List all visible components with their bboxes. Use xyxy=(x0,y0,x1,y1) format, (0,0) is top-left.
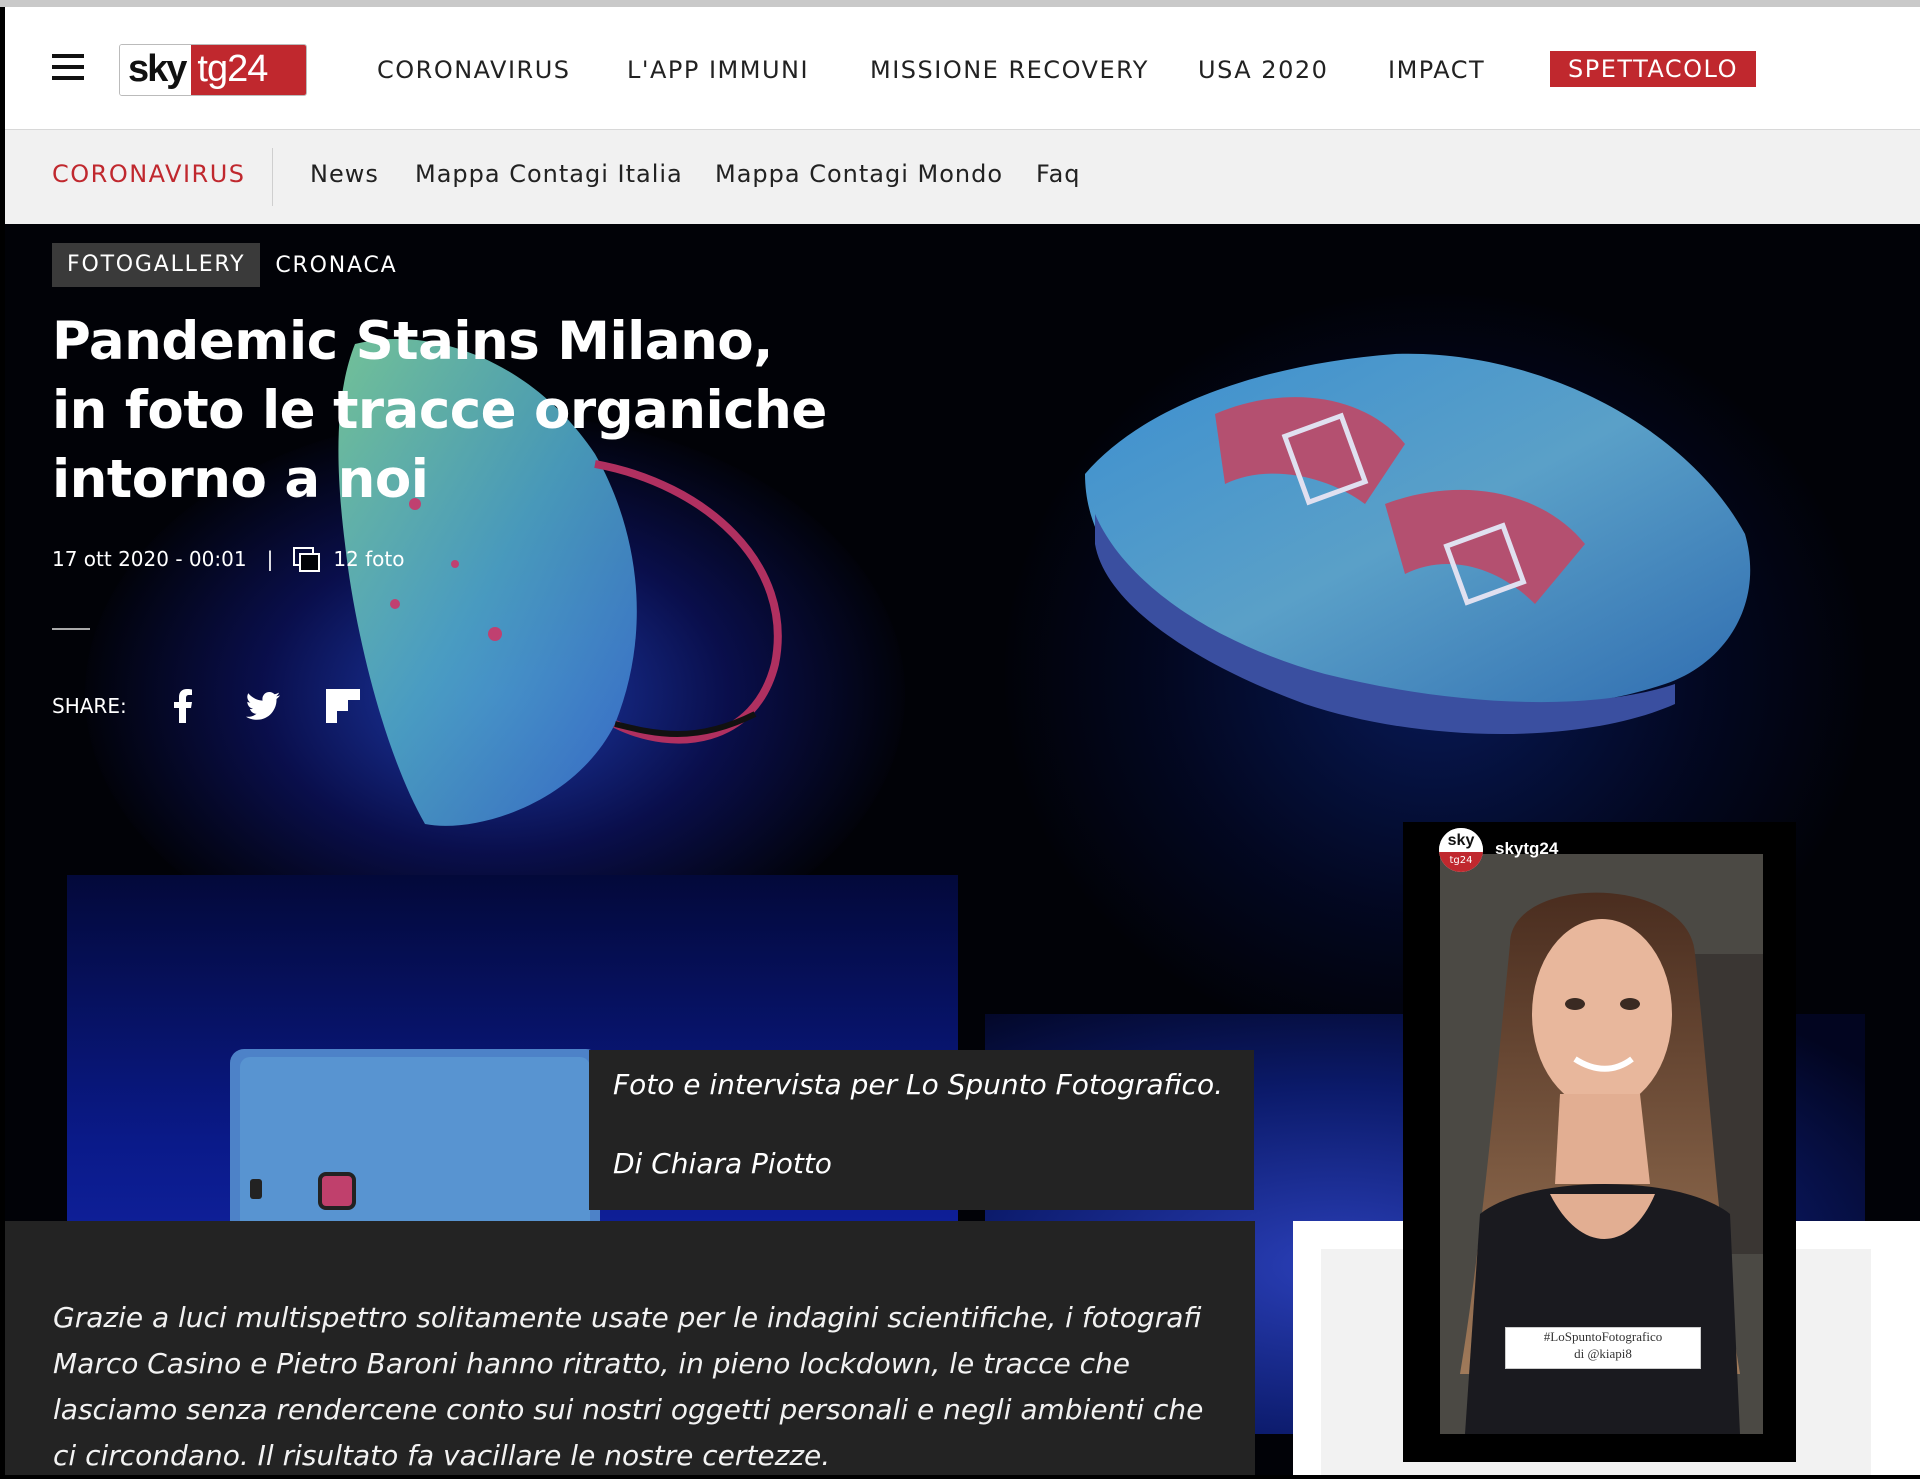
caption-line-2: Di Chiara Piotto xyxy=(613,1147,832,1180)
article-title: Pandemic Stains Milano, in foto le tracc… xyxy=(52,311,827,510)
video-frame[interactable]: #LoSpuntoFotografico di @kiapi8 xyxy=(1440,854,1763,1434)
article-date: 17 ott 2020 - 00:01 xyxy=(52,547,247,571)
article-description-panel: Grazie a luci multispettro solitamente u… xyxy=(5,1221,1255,1475)
subnav-link-mappa-italia[interactable]: Mappa Contagi Italia xyxy=(415,160,683,188)
meta-divider xyxy=(52,628,90,630)
category-label[interactable]: CRONACA xyxy=(275,253,397,278)
sandal-photo xyxy=(1085,353,1751,734)
article-description: Grazie a luci multispettro solitamente u… xyxy=(53,1301,1204,1472)
caption-line-1: Foto e intervista per Lo Spunto Fotograf… xyxy=(613,1068,1223,1101)
nav-item-app-immuni[interactable]: L'APP IMMUNI xyxy=(627,55,809,85)
share-label: SHARE: xyxy=(52,694,127,718)
subnav-link-faq[interactable]: Faq xyxy=(1036,160,1081,188)
article-meta: 17 ott 2020 - 00:01 | 12 foto xyxy=(52,544,404,574)
nav-item-usa-2020[interactable]: USA 2020 xyxy=(1198,55,1328,85)
subnav-link-mappa-mondo[interactable]: Mappa Contagi Mondo xyxy=(715,160,1003,188)
video-tag-line-1: #LoSpuntoFotografico xyxy=(1543,1329,1663,1344)
subnav-section-title[interactable]: CORONAVIRUS xyxy=(52,160,246,188)
fotogallery-badge[interactable]: FOTOGALLERY xyxy=(52,243,261,287)
article-tags: FOTOGALLERY CRONACA xyxy=(52,243,397,287)
logo-sky-text: sky xyxy=(120,45,192,95)
video-player[interactable]: #LoSpuntoFotografico di @kiapi8 sky tg24… xyxy=(1403,822,1796,1462)
site-logo[interactable]: sky tg24 xyxy=(119,44,307,96)
video-hashtag-label: #LoSpuntoFotografico di @kiapi8 xyxy=(1505,1327,1701,1369)
nav-item-coronavirus[interactable]: CORONAVIRUS xyxy=(377,55,571,85)
subnav-divider xyxy=(272,148,273,206)
share-bar: SHARE: xyxy=(52,686,403,726)
twitter-icon[interactable] xyxy=(243,686,283,726)
subnav-link-news[interactable]: News xyxy=(310,160,379,188)
logo-tg24-text: tg24 xyxy=(191,45,306,95)
nav-item-missione-recovery[interactable]: MISSIONE RECOVERY xyxy=(870,55,1149,85)
flipboard-icon[interactable] xyxy=(323,686,363,726)
facebook-icon[interactable] xyxy=(163,686,203,726)
meta-separator: | xyxy=(266,547,274,571)
avatar-sky-text: sky xyxy=(1439,828,1483,852)
video-channel-avatar[interactable]: sky tg24 xyxy=(1439,828,1483,872)
gallery-icon xyxy=(293,547,321,572)
avatar-tg24-text: tg24 xyxy=(1439,852,1483,872)
video-tag-line-2: di @kiapi8 xyxy=(1574,1346,1632,1361)
nav-item-impact[interactable]: IMPACT xyxy=(1388,55,1485,85)
nav-item-spettacolo[interactable]: SPETTACOLO xyxy=(1550,51,1756,87)
site-header: sky tg24 CORONAVIRUS L'APP IMMUNI MISSIO… xyxy=(5,7,1920,130)
browser-top-strip xyxy=(0,0,1920,7)
photo-count: 12 foto xyxy=(333,547,405,571)
video-username[interactable]: skytg24 xyxy=(1495,839,1558,859)
hamburger-menu-icon[interactable] xyxy=(52,54,84,80)
photo-caption: Foto e intervista per Lo Spunto Fotograf… xyxy=(589,1050,1254,1210)
section-subnav: CORONAVIRUS News Mappa Contagi Italia Ma… xyxy=(5,130,1920,225)
